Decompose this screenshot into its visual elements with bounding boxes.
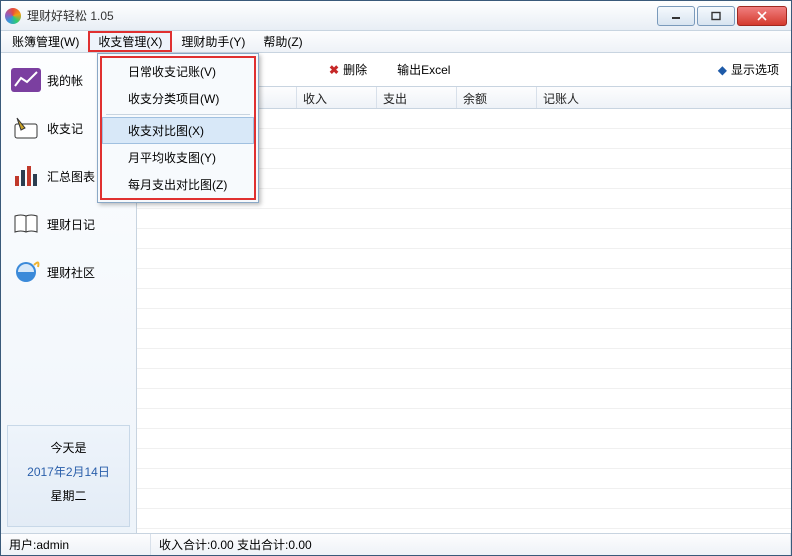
menu-monthly-expense-compare[interactable]: 每月支出对比图(Z): [102, 171, 254, 198]
status-bar: 用户: admin 收入合计:0.00 支出合计:0.00: [1, 533, 791, 555]
today-panel: 今天是 2017年2月14日 星期二: [7, 425, 130, 527]
menu-help[interactable]: 帮助(Z): [254, 31, 311, 52]
maximize-button[interactable]: [697, 6, 735, 26]
show-options-label: 显示选项: [731, 61, 779, 78]
delete-button[interactable]: ✖ 删除: [329, 61, 367, 78]
ie-icon: [11, 259, 41, 285]
today-date: 2017年2月14日: [12, 460, 125, 484]
menu-compare-chart[interactable]: 收支对比图(X): [102, 117, 254, 144]
menu-separator: [106, 114, 250, 115]
app-icon: [5, 8, 21, 24]
sidebar-item-community[interactable]: 理财社区: [7, 251, 130, 293]
col-income[interactable]: 收入: [297, 87, 377, 108]
menu-monthly-avg-chart[interactable]: 月平均收支图(Y): [102, 144, 254, 171]
app-window: 理财好轻松 1.05 账簿管理(W) 收支管理(X) 理财助手(Y) 帮助(Z)…: [0, 0, 792, 556]
menu-finance-assistant[interactable]: 理财助手(Y): [172, 31, 254, 52]
today-weekday: 星期二: [12, 484, 125, 508]
titlebar: 理财好轻松 1.05: [1, 1, 791, 31]
window-title: 理财好轻松 1.05: [27, 7, 657, 24]
sidebar-item-diary[interactable]: 理财日记: [7, 203, 130, 245]
sidebar-item-label: 我的帐: [47, 72, 83, 89]
book-icon: [11, 211, 41, 237]
menubar: 账簿管理(W) 收支管理(X) 理财助手(Y) 帮助(Z) 日常收支记账(V) …: [1, 31, 791, 53]
export-label: 输出Excel: [397, 61, 450, 78]
pen-note-icon: [11, 115, 41, 141]
menu-income-expense[interactable]: 收支管理(X): [88, 31, 172, 52]
chart-line-icon: [11, 67, 41, 93]
diamond-icon: ◆: [718, 63, 727, 77]
col-expense[interactable]: 支出: [377, 87, 457, 108]
col-balance[interactable]: 余额: [457, 87, 537, 108]
status-summary: 收入合计:0.00 支出合计:0.00: [151, 534, 791, 555]
menu-category-items[interactable]: 收支分类项目(W): [102, 85, 254, 112]
sidebar-item-label: 理财日记: [47, 216, 95, 233]
col-recorder[interactable]: 记账人: [537, 87, 791, 108]
sidebar-item-label: 收支记: [47, 120, 83, 137]
dropdown-income-expense: 日常收支记账(V) 收支分类项目(W) 收支对比图(X) 月平均收支图(Y) 每…: [97, 53, 259, 203]
today-caption: 今天是: [12, 436, 125, 460]
menu-daily-ledger[interactable]: 日常收支记账(V): [102, 58, 254, 85]
delete-label: 删除: [343, 61, 367, 78]
bar-chart-icon: [11, 163, 41, 189]
sidebar-item-label: 汇总图表: [47, 168, 95, 185]
show-options-button[interactable]: ◆ 显示选项: [718, 61, 779, 78]
sidebar-item-label: 理财社区: [47, 264, 95, 281]
delete-x-icon: ✖: [329, 63, 339, 77]
menu-ledger[interactable]: 账簿管理(W): [3, 31, 88, 52]
close-button[interactable]: [737, 6, 787, 26]
status-user: 用户: admin: [1, 534, 151, 555]
minimize-button[interactable]: [657, 6, 695, 26]
export-excel-button[interactable]: 输出Excel: [397, 61, 450, 78]
